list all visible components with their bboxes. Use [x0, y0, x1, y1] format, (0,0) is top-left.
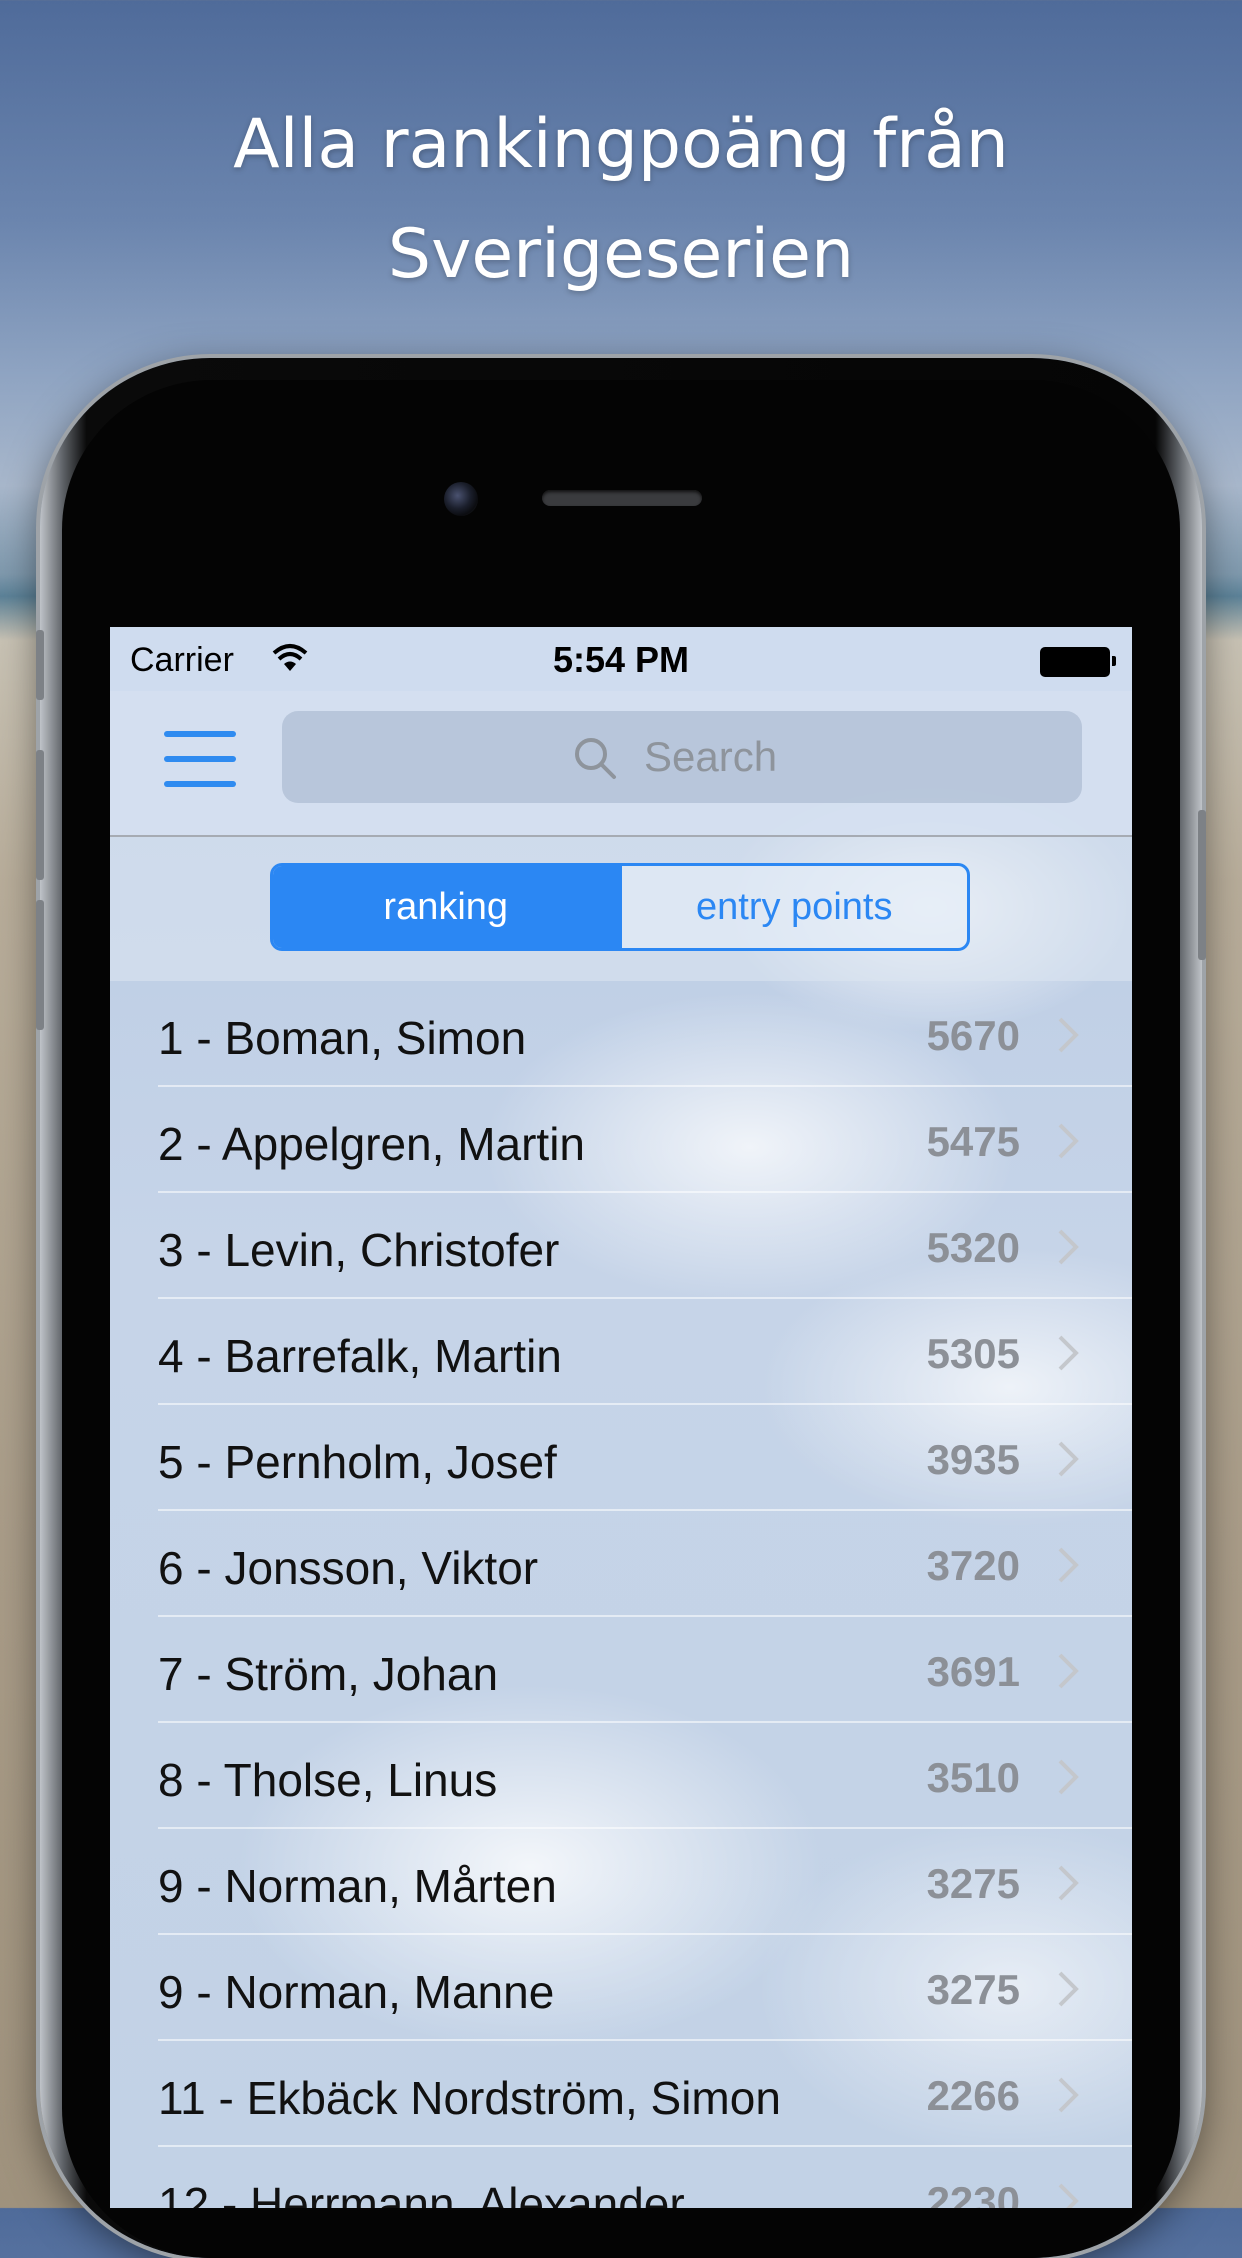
player-points: 5305	[926, 1330, 1020, 1377]
list-item[interactable]: 12 - Herrmann, Alexander 2230	[158, 2147, 1132, 2208]
chevron-right-icon	[1058, 2183, 1079, 2208]
player-name: 6 - Jonsson, Viktor	[158, 1542, 539, 1594]
player-points: 3720	[926, 1542, 1020, 1589]
app-screen: Carrier 5:54 PM Search ranking entry poi…	[110, 627, 1132, 2208]
list-item[interactable]: 11 - Ekbäck Nordström, Simon 2266	[158, 2041, 1132, 2147]
player-name: 12 - Herrmann, Alexander	[158, 2178, 685, 2208]
player-points: 2230	[926, 2178, 1020, 2208]
list-item[interactable]: 9 - Norman, Mårten 3275	[158, 1829, 1132, 1935]
player-name: 1 - Boman, Simon	[158, 1012, 527, 1064]
player-name: 11 - Ekbäck Nordström, Simon	[158, 2072, 781, 2124]
player-points: 3275	[926, 1860, 1020, 1907]
chevron-right-icon	[1058, 1759, 1079, 1795]
phone-side-button	[36, 630, 44, 700]
segmented-control: ranking entry points	[270, 863, 970, 951]
ranking-list: 1 - Boman, Simon 5670 2 - Appelgren, Marti…	[110, 981, 1132, 2208]
list-item[interactable]: 5 - Pernholm, Josef 3935	[158, 1405, 1132, 1511]
chevron-right-icon	[1058, 2077, 1079, 2113]
player-name: 2 - Appelgren, Martin	[158, 1118, 586, 1170]
chevron-right-icon	[1058, 1123, 1079, 1159]
player-points: 5670	[926, 1012, 1020, 1059]
phone-side-button	[1198, 810, 1206, 960]
player-points: 3510	[926, 1754, 1020, 1801]
phone-side-button	[36, 900, 44, 1030]
battery-icon	[1040, 647, 1116, 677]
player-name: 7 - Ström, Johan	[158, 1648, 499, 1700]
list-item[interactable]: 7 - Ström, Johan 3691	[158, 1617, 1132, 1723]
list-item[interactable]: 9 - Norman, Manne 3275	[158, 1935, 1132, 2041]
tab-ranking[interactable]: ranking	[273, 866, 619, 948]
chevron-right-icon	[1058, 1547, 1079, 1583]
segment-bar: ranking entry points	[110, 837, 1132, 981]
player-name: 9 - Norman, Mårten	[158, 1860, 557, 1912]
player-points: 3935	[926, 1436, 1020, 1483]
chevron-right-icon	[1058, 1971, 1079, 2007]
list-item[interactable]: 8 - Tholse, Linus 3510	[158, 1723, 1132, 1829]
phone-side-button	[36, 750, 44, 880]
player-name: 3 - Levin, Christofer	[158, 1224, 560, 1276]
chevron-right-icon	[1058, 1653, 1079, 1689]
player-name: 9 - Norman, Manne	[158, 1966, 555, 2018]
player-points: 3691	[926, 1648, 1020, 1695]
chevron-right-icon	[1058, 1865, 1079, 1901]
status-time: 5:54 PM	[552, 639, 690, 680]
tab-entry-points[interactable]: entry points	[618, 866, 968, 948]
search-placeholder: Search	[644, 733, 778, 780]
player-points: 5475	[926, 1118, 1020, 1165]
chevron-right-icon	[1058, 1229, 1079, 1265]
search-icon	[575, 738, 616, 779]
list-item[interactable]: 4 - Barrefalk, Martin 5305	[158, 1299, 1132, 1405]
player-name: 8 - Tholse, Linus	[158, 1754, 498, 1806]
search-input[interactable]: Search	[282, 711, 1082, 803]
chevron-right-icon	[1058, 1335, 1079, 1371]
status-bar: Carrier 5:54 PM	[110, 627, 1132, 691]
list-item[interactable]: 3 - Levin, Christofer 5320	[158, 1193, 1132, 1299]
headline-line-1: Alla rankingpoäng från	[233, 105, 1009, 184]
list-item[interactable]: 2 - Appelgren, Martin 5475	[158, 1087, 1132, 1193]
promo-headline: Alla rankingpoäng från Sverigeserien	[0, 90, 1242, 310]
player-name: 4 - Barrefalk, Martin	[158, 1330, 562, 1382]
player-points: 5320	[926, 1224, 1020, 1271]
player-points: 2266	[926, 2072, 1020, 2119]
player-name: 5 - Pernholm, Josef	[158, 1436, 557, 1488]
list-item[interactable]: 1 - Boman, Simon 5670	[158, 981, 1132, 1087]
list-item[interactable]: 6 - Jonsson, Viktor 3720	[158, 1511, 1132, 1617]
camera-icon	[444, 482, 478, 516]
nav-bar: Search	[110, 691, 1132, 837]
player-points: 3275	[926, 1966, 1020, 2013]
chevron-right-icon	[1058, 1441, 1079, 1477]
menu-icon[interactable]	[164, 731, 236, 787]
chevron-right-icon	[1058, 1017, 1079, 1053]
headline-line-2: Sverigeserien	[387, 215, 855, 294]
speaker-grille	[542, 490, 702, 506]
